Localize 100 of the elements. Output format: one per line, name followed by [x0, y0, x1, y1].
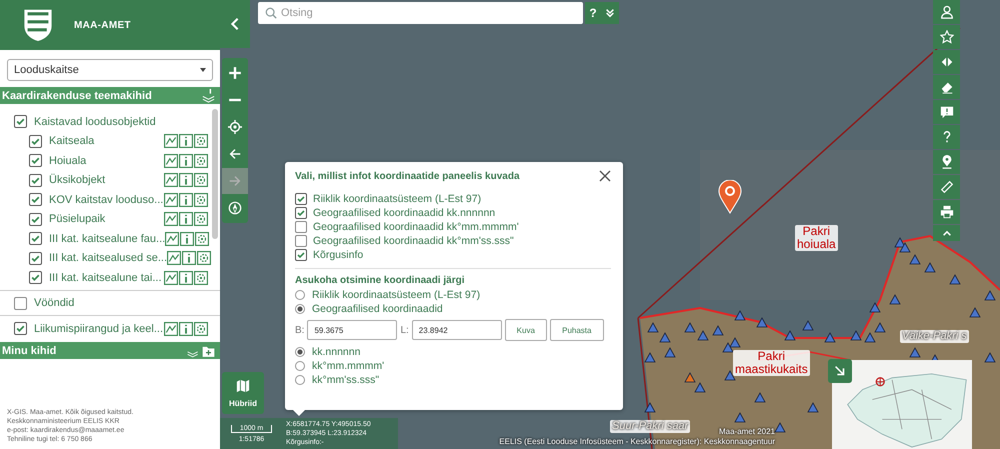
- field-label: L:: [400, 324, 409, 336]
- site-marker-icon: [644, 352, 656, 362]
- checkbox[interactable]: [29, 193, 42, 206]
- checkbox[interactable]: [29, 134, 42, 148]
- map-pin-icon: [940, 155, 954, 169]
- checkbox[interactable]: [29, 252, 42, 265]
- dialog-button[interactable]: Puhasta: [550, 319, 604, 341]
- settings-icon[interactable]: [197, 251, 212, 266]
- settings-icon[interactable]: [194, 192, 208, 207]
- marker-button[interactable]: [933, 150, 960, 174]
- chart-icon[interactable]: [165, 232, 180, 246]
- chart-icon[interactable]: [164, 173, 178, 188]
- checkbox[interactable]: [29, 212, 42, 226]
- layer-label: III kat. kaitsealused se...: [49, 252, 168, 264]
- crosshair-icon: [228, 120, 242, 134]
- search-field[interactable]: Otsing: [258, 2, 583, 24]
- site-marker-icon: [874, 322, 886, 332]
- info-icon[interactable]: [182, 251, 196, 266]
- ruler-icon: [940, 180, 954, 194]
- close-icon[interactable]: [599, 170, 611, 182]
- option-label: Geograafilised koordinaadid kk.nnnnnn: [313, 207, 496, 219]
- dialog-button[interactable]: Kuva: [504, 319, 547, 341]
- checkbox[interactable]: [295, 249, 307, 261]
- chart-icon[interactable]: [164, 134, 178, 148]
- overview-toggle-button[interactable]: [828, 359, 852, 383]
- site-marker-icon: [924, 262, 936, 272]
- longitude-field[interactable]: 23.8942: [412, 320, 502, 340]
- coat-of-arms-icon: [22, 7, 54, 43]
- chart-icon[interactable]: [164, 192, 178, 207]
- radio-button[interactable]: [295, 347, 305, 357]
- info-icon[interactable]: [180, 232, 194, 246]
- info-icon[interactable]: [179, 322, 193, 336]
- scrollbar[interactable]: [212, 109, 218, 239]
- layer-group-label: Liikumispiirangud ja keel...: [34, 322, 164, 335]
- settings-icon[interactable]: [194, 173, 208, 188]
- checkbox[interactable]: [295, 193, 307, 205]
- info-icon[interactable]: [179, 154, 193, 168]
- checkbox[interactable]: [295, 221, 307, 233]
- checkbox[interactable]: [29, 154, 42, 168]
- feedback-button[interactable]: [933, 100, 960, 124]
- layer-label: III kat. kaitsealune tai...: [49, 272, 163, 284]
- favorites-button[interactable]: [933, 25, 960, 49]
- checkbox[interactable]: [29, 271, 42, 284]
- collapse-toolbar-button[interactable]: [933, 225, 960, 241]
- checkbox[interactable]: [295, 207, 307, 219]
- radio-button[interactable]: [295, 290, 305, 300]
- site-marker-icon: [889, 294, 901, 304]
- user-button[interactable]: [933, 0, 960, 24]
- checkbox[interactable]: [14, 115, 27, 128]
- caret-icon: [200, 68, 206, 72]
- checkbox[interactable]: [14, 296, 27, 310]
- info-icon[interactable]: [179, 134, 193, 148]
- compare-button[interactable]: [933, 50, 960, 74]
- settings-icon[interactable]: [194, 270, 208, 285]
- checkbox[interactable]: [29, 174, 42, 187]
- collapse-sidebar-button[interactable]: [220, 0, 250, 48]
- map-attribution: Maa-amet 2021: [718, 427, 775, 437]
- settings-icon[interactable]: [195, 232, 210, 246]
- layer-label: Hoiuala: [49, 154, 88, 167]
- info-icon[interactable]: [179, 192, 193, 207]
- site-marker-icon: [984, 352, 996, 362]
- site-marker-icon: [909, 254, 921, 264]
- checkbox[interactable]: [29, 232, 42, 246]
- option-label: kk°mm.mmmm': [312, 360, 384, 372]
- radio-button[interactable]: [295, 361, 305, 371]
- info-icon[interactable]: [179, 270, 193, 285]
- chart-icon[interactable]: [164, 154, 178, 168]
- settings-icon[interactable]: [194, 212, 208, 226]
- map-label: Pakri hoiuala: [795, 225, 838, 251]
- eraser-button[interactable]: [933, 75, 960, 99]
- site-marker-icon: [734, 412, 746, 422]
- settings-icon[interactable]: [194, 322, 208, 336]
- chart-icon[interactable]: [164, 212, 178, 226]
- chart-icon[interactable]: [167, 251, 182, 266]
- overview-map[interactable]: [832, 360, 972, 449]
- section-title: Minu kihid: [2, 344, 56, 356]
- option-label: Riiklik koordinaatsüsteem (L-Est 97): [312, 289, 480, 301]
- settings-icon[interactable]: [194, 134, 208, 148]
- checkbox[interactable]: [295, 235, 307, 247]
- layer-group-label: Vööndid: [34, 297, 76, 310]
- help-button[interactable]: [933, 125, 960, 149]
- latitude-field[interactable]: 59.3675: [307, 320, 398, 340]
- site-marker-icon: [899, 242, 911, 252]
- info-icon[interactable]: [179, 173, 193, 188]
- theme-dropdown[interactable]: Looduskaitse: [7, 59, 213, 81]
- radio-button[interactable]: [295, 375, 305, 385]
- radio-button[interactable]: [295, 304, 305, 314]
- site-marker-icon: [984, 290, 996, 300]
- option-label: Geograafilised koordinaadid kk°mm'ss.sss": [313, 235, 514, 247]
- settings-icon[interactable]: [194, 154, 208, 168]
- map-label: Pakri maastikukaits: [733, 350, 810, 376]
- layers-info-icon[interactable]: [201, 88, 216, 103]
- star-icon: [940, 30, 954, 44]
- info-icon[interactable]: [179, 212, 193, 226]
- measure-button[interactable]: [933, 175, 960, 199]
- chart-icon[interactable]: [164, 270, 178, 285]
- chart-icon[interactable]: [164, 322, 178, 336]
- checkbox[interactable]: [14, 322, 27, 336]
- print-button[interactable]: [933, 200, 960, 224]
- basemap-button[interactable]: Hübriid: [222, 372, 264, 414]
